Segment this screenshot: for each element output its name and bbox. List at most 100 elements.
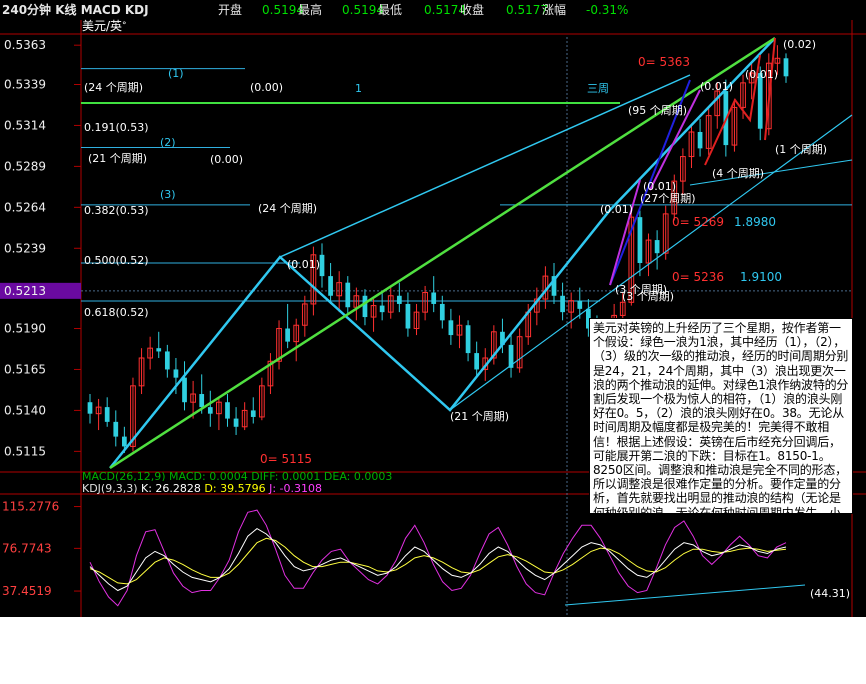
candle-body <box>783 58 789 77</box>
price-tick-label: 0.5165 <box>4 362 46 376</box>
candle-body <box>182 377 187 403</box>
change-value: -0.31% <box>586 3 629 17</box>
candle-body <box>285 328 290 342</box>
price-tick-label: 0.5289 <box>4 159 46 173</box>
candle-body <box>173 369 179 378</box>
candle-body <box>225 402 230 419</box>
candle-body <box>379 305 385 313</box>
kdj-tick-label: 76.7743 <box>2 541 52 555</box>
candle-body <box>87 402 93 414</box>
period-label: (27个周期) <box>640 192 696 205</box>
candle-body <box>396 295 402 304</box>
price-tick-label: 0.5213 <box>4 284 46 298</box>
chart-container: 0.5363 0.5339 0.5314 0.5289 0.5264 0.5239 0.52… <box>0 0 866 617</box>
timespan-label: 三周 <box>587 82 609 95</box>
price-tick-label: 0.5115 <box>4 444 46 458</box>
fib-label: 0.500(0.52) <box>84 254 149 267</box>
candle-body <box>560 295 565 313</box>
period-label: (21 个周期) <box>88 152 147 165</box>
price-tick-label: 0.5363 <box>4 38 46 52</box>
close-label: 收盘 <box>460 3 485 17</box>
fib-label: 0.382(0.53) <box>84 204 149 217</box>
candle-body <box>104 407 110 422</box>
target-label: 1.9100 <box>740 270 782 284</box>
symbol-name: 美元/英 <box>82 19 123 33</box>
price-tick-label: 0.5140 <box>4 403 46 417</box>
candle-body <box>233 418 239 427</box>
price-tick-label: 0.5190 <box>4 322 46 336</box>
period-label: (3 个周期) <box>622 290 674 303</box>
kdj-label: KDJ(9,3,3) K: 26.2828 D: 39.5796 J: -0.3… <box>82 482 322 496</box>
period-label: (1 个周期) <box>775 143 827 156</box>
period-label: (24 个周期) <box>84 81 143 94</box>
candle-body <box>156 348 162 352</box>
low-label: 最低 <box>378 3 403 17</box>
wave-label: (3) <box>160 188 176 201</box>
fib-label: 0.191(0.53) <box>84 121 149 134</box>
candle-body <box>431 292 437 304</box>
candle-body <box>697 131 703 149</box>
ratio-label: (0.01) <box>287 258 320 271</box>
target-label: 1.8980 <box>734 215 776 229</box>
ratio-label: (0.01) <box>700 80 733 93</box>
kdj-value-label: (44.31) <box>810 587 850 600</box>
wave-label: (1) <box>168 67 184 80</box>
kdj-name: KDJ(9,3,3) <box>82 482 138 495</box>
level-label: 0= 5363 <box>638 55 690 69</box>
candle-body <box>164 351 170 370</box>
ratio-label: (0.01) <box>745 68 778 81</box>
period-label: (4 个周期) <box>712 167 764 180</box>
period-label: (21 个周期) <box>450 410 509 423</box>
candle-body <box>113 421 119 437</box>
ratio-label: (0.01) <box>600 203 633 216</box>
change-label: 涨幅 <box>542 3 567 17</box>
macd-label: MACD(26,12,9) MACD: 0.0004 DIFF: 0.0001 … <box>82 471 393 481</box>
level-label: 0= 5115 <box>260 452 312 466</box>
candle-body <box>637 217 643 264</box>
candle-body <box>207 407 213 414</box>
kdj-tick-label: 37.4519 <box>2 584 52 598</box>
price-tick-label: 0.5339 <box>4 77 46 91</box>
high-label: 最高 <box>298 3 323 17</box>
kdj-j-line <box>89 509 787 607</box>
kdj-j-value: J: -0.3108 <box>269 482 322 495</box>
price-tick-label: 0.5314 <box>4 118 46 132</box>
candle-body <box>362 295 368 318</box>
kdj-tick-label: 115.2776 <box>2 500 59 514</box>
symbol-label: 美元/英° <box>82 19 127 33</box>
wave-number-label: 1 <box>355 82 362 95</box>
candle-body <box>405 303 411 329</box>
candle-body <box>122 436 127 447</box>
kdj-d-value: D: 39.5796 <box>204 482 266 495</box>
wave-label: (2) <box>160 136 176 149</box>
candle-body <box>328 276 333 296</box>
candle-body <box>448 320 454 336</box>
candle-body <box>199 394 205 408</box>
price-tick-label: 0.5264 <box>4 200 46 214</box>
period-label: (24 个周期) <box>258 202 317 215</box>
candle-body <box>319 254 325 277</box>
kdj-k-value: K: 26.2828 <box>141 482 201 495</box>
level-label: 0= 5236 <box>672 270 724 284</box>
chart-header: 240分钟 K线 MACD KDJ 开盘 0.5194 最高 0.5194 最低… <box>0 0 866 20</box>
chart-title: 240分钟 K线 MACD KDJ <box>2 3 149 17</box>
candle-body <box>474 353 480 370</box>
kdj-trend-line <box>564 584 806 606</box>
fib-label: 0.618(0.52) <box>84 306 149 319</box>
ratio-label: (0.00) <box>250 81 283 94</box>
candle-body <box>654 240 660 254</box>
price-tick-label: 0.5239 <box>4 241 46 255</box>
ratio-label: (0.02) <box>783 38 816 51</box>
candle-body <box>577 300 583 309</box>
ratio-label: (0.00) <box>210 153 243 166</box>
open-label: 开盘 <box>218 3 243 17</box>
candle-body <box>757 73 763 129</box>
candle-body <box>250 410 256 417</box>
ratio-label: (0.01) <box>643 180 676 193</box>
level-label: 0= 5269 <box>672 215 724 229</box>
kdj-d-line <box>89 537 787 585</box>
candle-body <box>465 325 471 354</box>
annotation-textbox[interactable]: 美元对英镑的上升经历了三个星期，按作者第一个假设：绿色一浪为1浪，其中经历（1）… <box>589 318 853 514</box>
chart-canvas: 0.5363 0.5339 0.5314 0.5289 0.5264 0.5239 0.52… <box>0 20 866 617</box>
candle-body <box>345 282 351 308</box>
